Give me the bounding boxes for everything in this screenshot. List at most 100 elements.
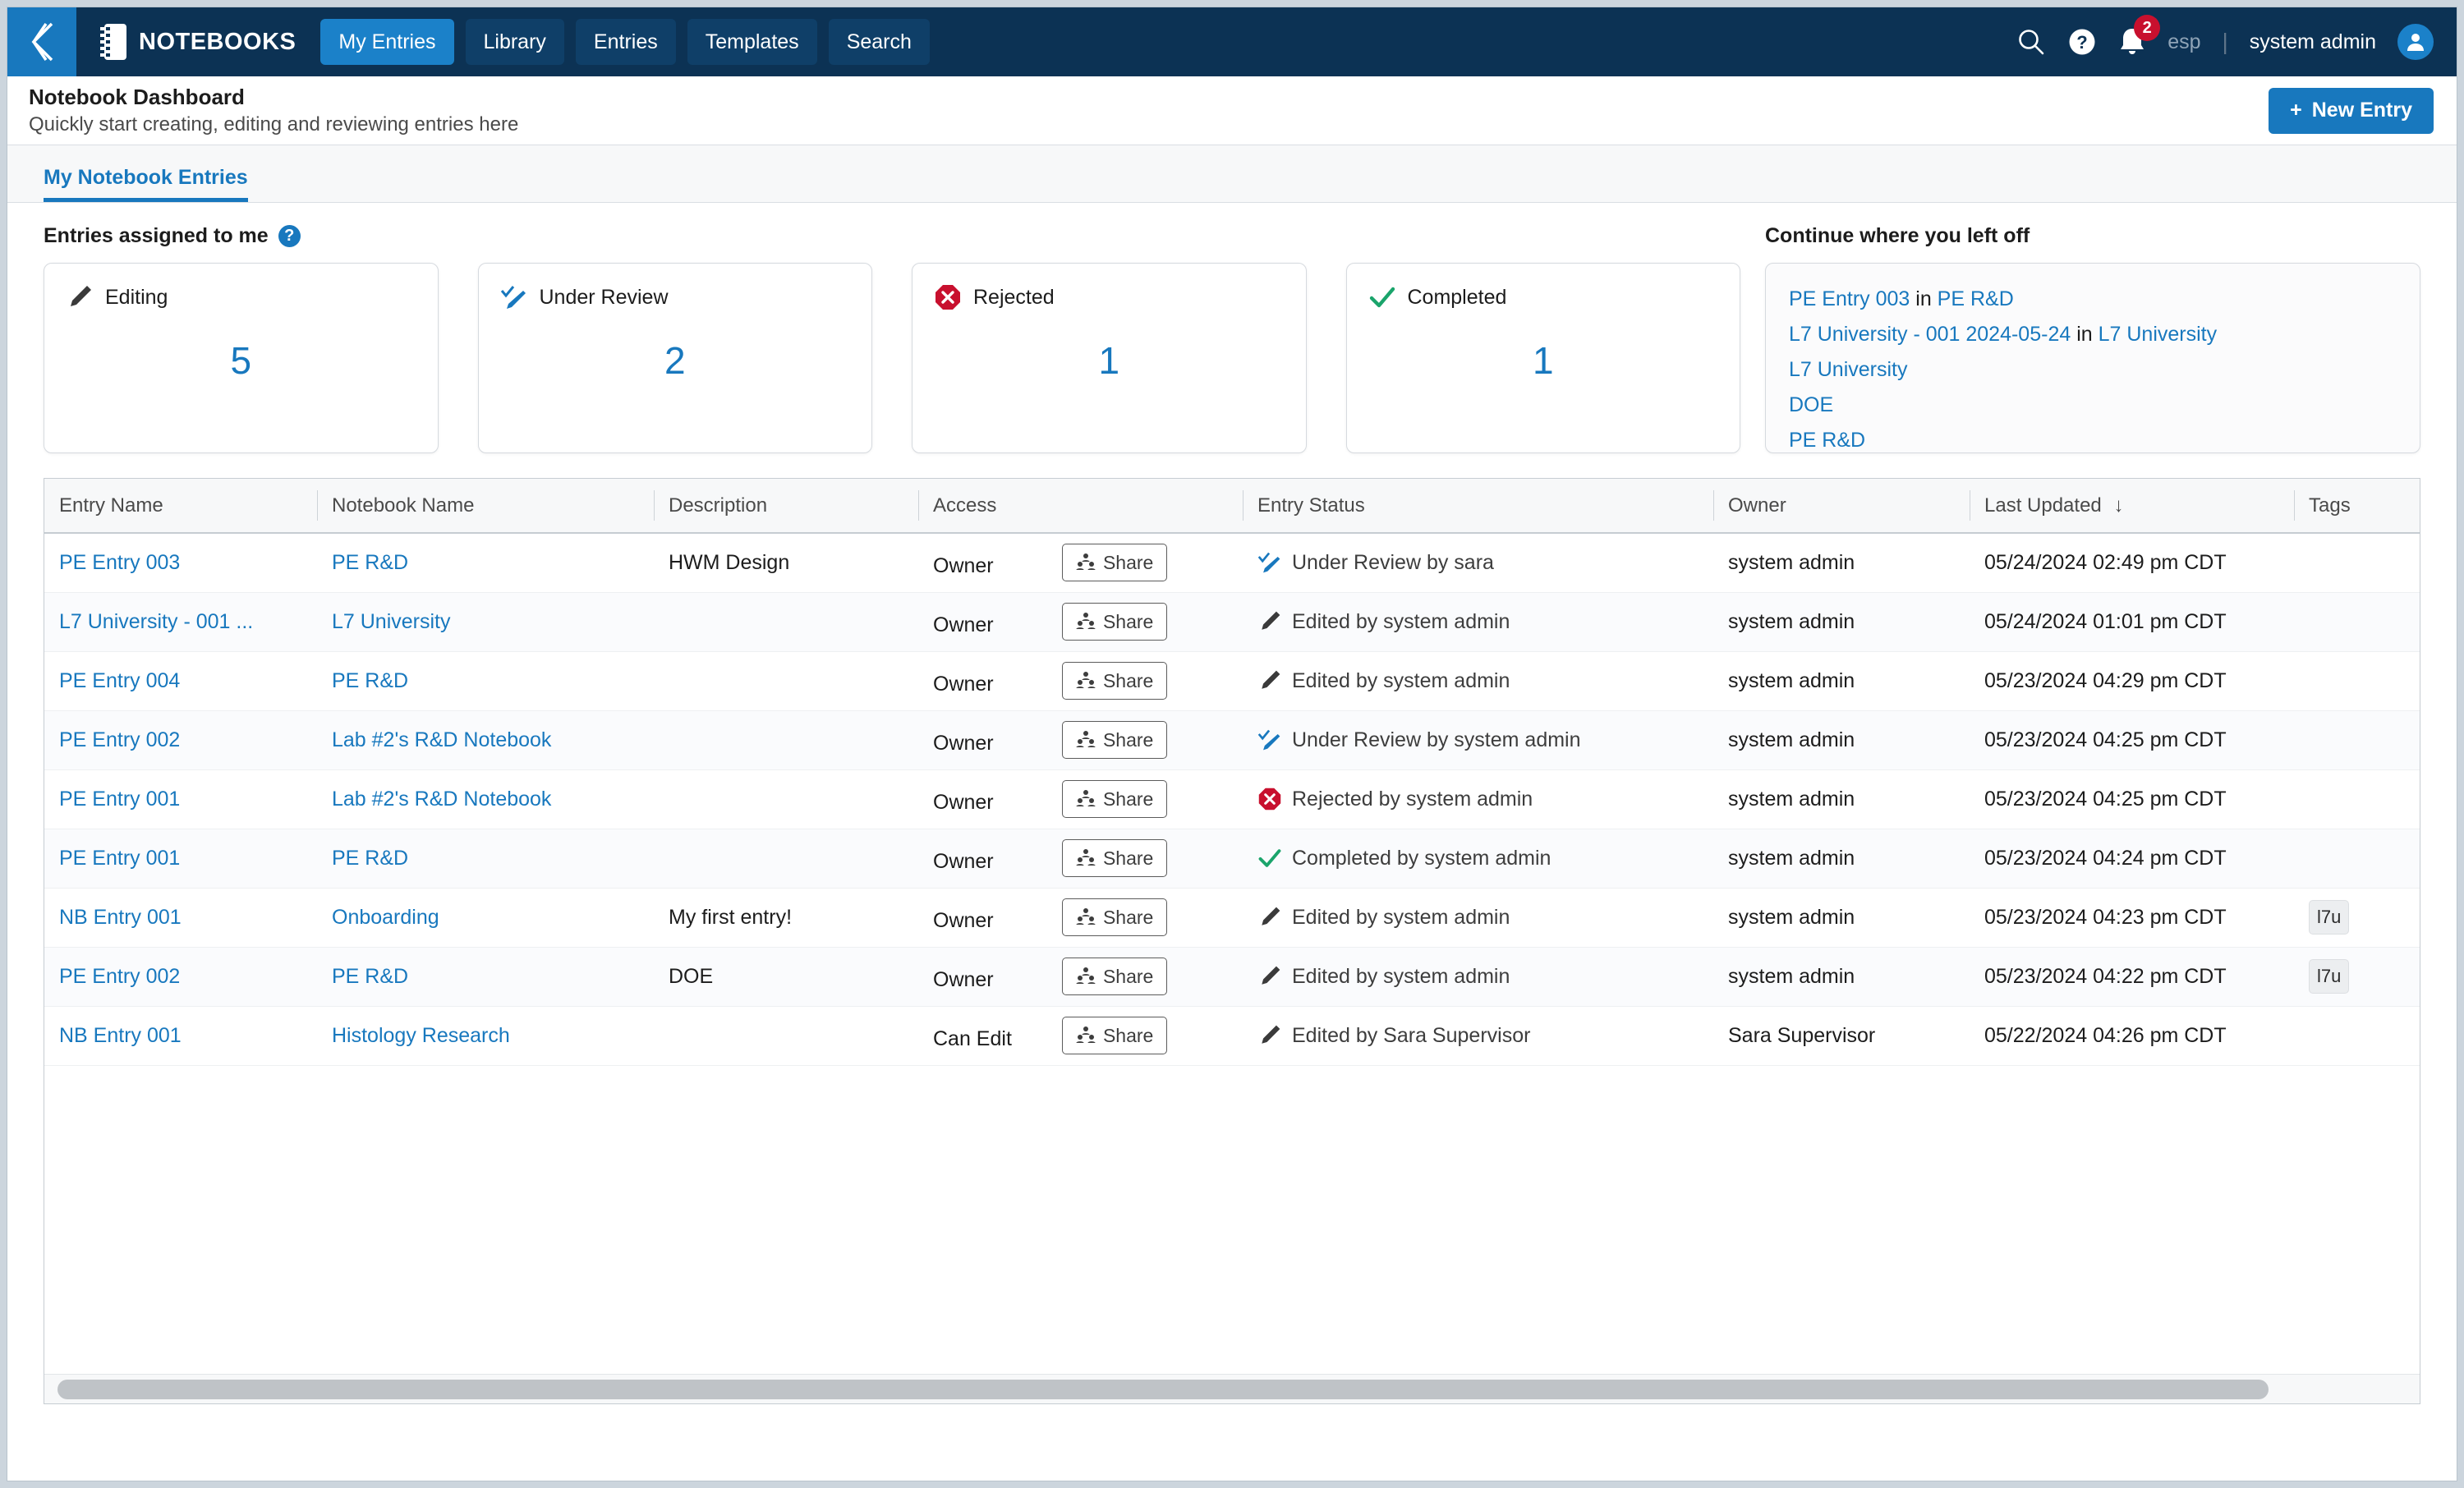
column-header-access[interactable]: Access xyxy=(918,479,1243,534)
share-button[interactable]: Share xyxy=(1061,958,1168,995)
continue-entry-link[interactable]: L7 University - 001 2024-05-24 xyxy=(1789,323,2071,346)
continue-notebook-link[interactable]: PE R&D xyxy=(1938,287,2014,310)
help-button[interactable]: ? xyxy=(2067,27,2097,57)
column-header-entry-status[interactable]: Entry Status xyxy=(1243,479,1713,534)
table-row[interactable]: PE Entry 002 Lab #2's R&D Notebook Owner xyxy=(44,710,2420,770)
nav-tab-search[interactable]: Search xyxy=(828,19,930,65)
continue-entry-link[interactable]: L7 University xyxy=(1789,358,1908,381)
table-row[interactable]: PE Entry 002 PE R&D DOE Owner Share Edit… xyxy=(44,947,2420,1007)
entry-name-link[interactable]: PE Entry 001 xyxy=(59,847,180,870)
column-header-owner[interactable]: Owner xyxy=(1713,479,1970,534)
notifications-button[interactable]: 2 xyxy=(2118,15,2161,57)
language-label[interactable]: esp xyxy=(2167,30,2200,54)
table-row[interactable]: NB Entry 001 Histology Research Can Edit xyxy=(44,1006,2420,1066)
nav-tab-library[interactable]: Library xyxy=(465,19,564,65)
access-value: Can Edit xyxy=(933,1027,1012,1050)
entry-name-link[interactable]: PE Entry 003 xyxy=(59,551,180,574)
share-button[interactable]: Share xyxy=(1061,1017,1168,1054)
cell-tags: l7u xyxy=(2294,888,2420,948)
notebook-name-link[interactable]: Lab #2's R&D Notebook xyxy=(332,728,551,751)
notebook-name-link[interactable]: Onboarding xyxy=(332,906,439,929)
entry-name-link[interactable]: NB Entry 001 xyxy=(59,1024,182,1047)
share-button[interactable]: Share xyxy=(1061,721,1168,759)
cell-notebook-name: Histology Research xyxy=(317,1006,654,1066)
entry-name-link[interactable]: NB Entry 001 xyxy=(59,906,182,929)
notebook-name-link[interactable]: L7 University xyxy=(332,610,451,633)
column-header-description[interactable]: Description xyxy=(654,479,918,534)
cell-notebook-name: L7 University xyxy=(317,592,654,652)
notebook-name-link[interactable]: PE R&D xyxy=(332,847,408,870)
cell-owner: Sara Supervisor xyxy=(1713,1006,1970,1066)
share-button[interactable]: Share xyxy=(1061,544,1168,582)
top-navigation-bar: NOTEBOOKS My Entries Library Entries Tem… xyxy=(7,7,2457,76)
stat-card-completed[interactable]: Completed 1 xyxy=(1345,263,1740,453)
sidebar-collapse-button[interactable] xyxy=(7,7,76,76)
nav-tab-my-entries[interactable]: My Entries xyxy=(320,19,454,65)
cell-owner: system admin xyxy=(1713,533,1970,593)
continue-item[interactable]: DOE xyxy=(1789,388,2397,423)
table-row[interactable]: PE Entry 001 PE R&D Owner Share Complete… xyxy=(44,829,2420,889)
status-text: Under Review by system admin xyxy=(1292,728,1581,751)
username-label[interactable]: system admin xyxy=(2250,30,2376,54)
tab-my-notebook-entries[interactable]: My Notebook Entries xyxy=(44,166,248,202)
column-header-notebook-name[interactable]: Notebook Name xyxy=(317,479,654,534)
continue-entry-link[interactable]: DOE xyxy=(1789,393,1833,416)
share-button[interactable]: Share xyxy=(1061,898,1168,936)
tag-chip[interactable]: l7u xyxy=(2309,959,2350,994)
continue-entry-link[interactable]: PE R&D xyxy=(1789,429,1865,452)
tag-chip[interactable]: l7u xyxy=(2309,900,2350,935)
continue-item[interactable]: PE R&D xyxy=(1789,423,2397,452)
share-label: Share xyxy=(1102,728,1154,751)
notebook-name-link[interactable]: PE R&D xyxy=(332,669,408,692)
column-header-last-updated[interactable]: Last Updated ↓ xyxy=(1970,479,2294,534)
table-row[interactable]: PE Entry 004 PE R&D Owner Share Edited b… xyxy=(44,651,2420,711)
cell-description xyxy=(654,769,918,829)
nav-tab-templates[interactable]: Templates xyxy=(687,19,817,65)
stat-card-rejected[interactable]: Rejected 1 xyxy=(912,263,1307,453)
help-tooltip-icon[interactable]: ? xyxy=(278,225,301,247)
table-row[interactable]: L7 University - 001 ... L7 University Ow… xyxy=(44,592,2420,652)
notebook-name-link[interactable]: Histology Research xyxy=(332,1024,510,1047)
notebook-name-link[interactable]: PE R&D xyxy=(332,965,408,988)
share-label: Share xyxy=(1102,610,1154,632)
continue-entry-link[interactable]: PE Entry 003 xyxy=(1789,287,1910,310)
share-button[interactable]: Share xyxy=(1061,662,1168,700)
continue-notebook-link[interactable]: L7 University xyxy=(2099,323,2218,346)
search-button[interactable] xyxy=(2016,27,2046,57)
share-button[interactable]: Share xyxy=(1061,780,1168,818)
horizontal-scrollbar-thumb[interactable] xyxy=(57,1380,2269,1399)
stat-card-header: Editing xyxy=(66,283,416,311)
column-header-entry-name[interactable]: Entry Name xyxy=(44,479,317,534)
continue-item[interactable]: L7 University xyxy=(1789,352,2397,388)
notebook-name-link[interactable]: PE R&D xyxy=(332,551,408,574)
stat-card-editing[interactable]: Editing 5 xyxy=(44,263,439,453)
share-button[interactable]: Share xyxy=(1061,839,1168,877)
table-header-row: Entry Name Notebook Name Description Acc… xyxy=(44,479,2420,534)
new-entry-button[interactable]: + New Entry xyxy=(2269,87,2434,134)
notebook-name-link[interactable]: Lab #2's R&D Notebook xyxy=(332,788,551,811)
continue-connector: in xyxy=(2071,323,2099,346)
column-header-tags[interactable]: Tags xyxy=(2294,479,2420,534)
access-value: Owner xyxy=(933,673,994,696)
stat-cards: Editing 5 Under Review 2 Rejected 1 Comp… xyxy=(44,263,1740,453)
status-wrapper: Edited by system admin xyxy=(1257,905,1699,930)
entry-name-link[interactable]: PE Entry 002 xyxy=(59,965,180,988)
continue-item[interactable]: PE Entry 003 in PE R&D xyxy=(1789,282,2397,317)
entry-name-link[interactable]: L7 University - 001 ... xyxy=(59,610,253,633)
continue-item[interactable]: L7 University - 001 2024-05-24 in L7 Uni… xyxy=(1789,317,2397,352)
table-row[interactable]: PE Entry 003 PE R&D HWM Design Owner Sha… xyxy=(44,533,2420,593)
entry-name-link[interactable]: PE Entry 002 xyxy=(59,728,180,751)
stat-card-under-review[interactable]: Under Review 2 xyxy=(477,263,872,453)
entry-name-link[interactable]: PE Entry 001 xyxy=(59,788,180,811)
horizontal-scrollbar[interactable] xyxy=(44,1374,2420,1403)
entries-assigned-heading: Entries assigned to me ? xyxy=(44,224,1740,248)
nav-tab-entries[interactable]: Entries xyxy=(575,19,676,65)
share-button[interactable]: Share xyxy=(1061,603,1168,641)
entry-name-link[interactable]: PE Entry 004 xyxy=(59,669,180,692)
avatar[interactable] xyxy=(2397,24,2434,60)
table-row[interactable]: NB Entry 001 Onboarding My first entry! … xyxy=(44,888,2420,948)
table-row[interactable]: PE Entry 001 Lab #2's R&D Notebook Owner xyxy=(44,769,2420,829)
cell-last-updated: 05/22/2024 04:26 pm CDT xyxy=(1970,1006,2294,1066)
share-people-icon xyxy=(1076,967,1096,984)
share-people-icon xyxy=(1076,790,1096,806)
